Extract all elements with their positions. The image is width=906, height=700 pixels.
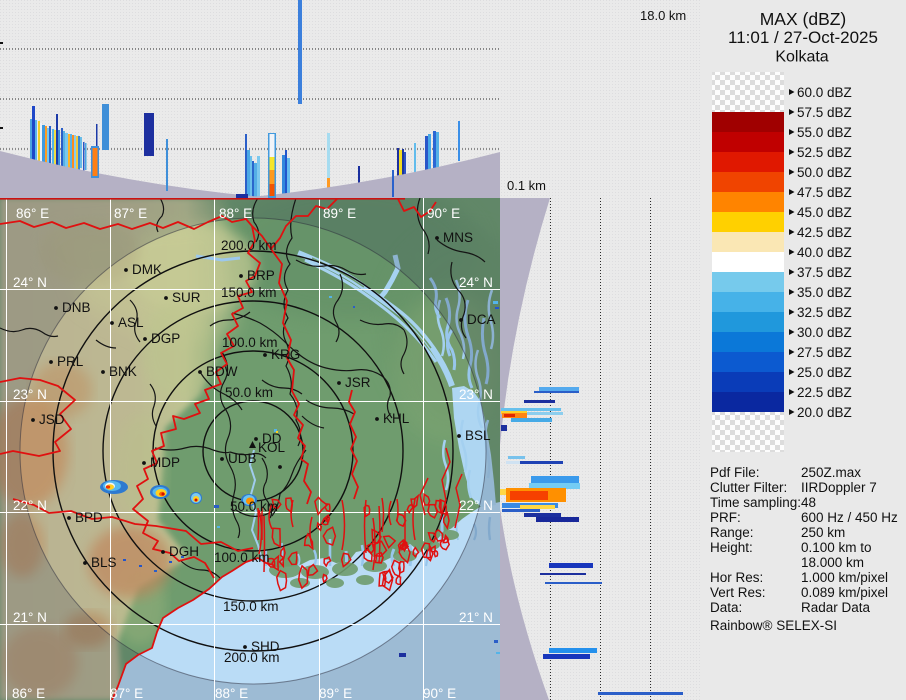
svg-text:40.0 dBZ: 40.0 dBZ	[797, 245, 852, 260]
svg-text:22° N: 22° N	[459, 498, 493, 513]
svg-text:88° E: 88° E	[219, 206, 252, 221]
svg-text:24° N: 24° N	[13, 275, 47, 290]
svg-text:MNS: MNS	[443, 230, 473, 245]
svg-text:45.0 dBZ: 45.0 dBZ	[797, 205, 852, 220]
svg-text:47.5 dBZ: 47.5 dBZ	[797, 185, 852, 200]
svg-text:90° E: 90° E	[423, 686, 456, 700]
svg-text:Height:: Height:	[710, 540, 753, 555]
svg-text:BNK: BNK	[109, 364, 137, 379]
svg-text:KOL: KOL	[258, 440, 286, 455]
svg-text:MAX (dBZ): MAX (dBZ)	[760, 9, 847, 29]
svg-text:18.000 km: 18.000 km	[801, 555, 864, 570]
svg-text:BDW: BDW	[206, 364, 238, 379]
svg-text:27.5 dBZ: 27.5 dBZ	[797, 345, 852, 360]
svg-text:11:01 / 27-Oct-2025: 11:01 / 27-Oct-2025	[728, 28, 878, 47]
svg-text:21° N: 21° N	[13, 610, 47, 625]
svg-text:Clutter Filter:: Clutter Filter:	[710, 480, 787, 495]
svg-text:DNB: DNB	[62, 300, 91, 315]
svg-text:DMK: DMK	[132, 262, 162, 277]
svg-text:150.0 km: 150.0 km	[223, 599, 279, 614]
svg-text:20.0 dBZ: 20.0 dBZ	[797, 405, 852, 420]
svg-text:PRL: PRL	[57, 354, 84, 369]
svg-text:150.0 km: 150.0 km	[221, 285, 277, 300]
svg-text:KHL: KHL	[383, 411, 410, 426]
svg-text:Vert Res:: Vert Res:	[710, 585, 766, 600]
svg-text:Data:: Data:	[710, 600, 742, 615]
svg-text:BPD: BPD	[75, 510, 103, 525]
svg-text:35.0 dBZ: 35.0 dBZ	[797, 285, 852, 300]
svg-text:0.100 km to: 0.100 km to	[801, 540, 872, 555]
svg-text:87° E: 87° E	[114, 206, 147, 221]
svg-text:50.0 km: 50.0 km	[225, 385, 273, 400]
svg-text:25.0 dBZ: 25.0 dBZ	[797, 365, 852, 380]
svg-text:23° N: 23° N	[459, 387, 493, 402]
svg-text:250Z.max: 250Z.max	[801, 465, 861, 480]
svg-text:SUR: SUR	[172, 290, 201, 305]
svg-text:Kolkata: Kolkata	[775, 49, 828, 66]
svg-text:JSD: JSD	[39, 412, 65, 427]
svg-text:1.000 km/pixel: 1.000 km/pixel	[801, 570, 888, 585]
svg-text:48: 48	[801, 495, 816, 510]
svg-text:Hor Res:: Hor Res:	[710, 570, 763, 585]
svg-text:32.5 dBZ: 32.5 dBZ	[797, 305, 852, 320]
svg-text:Range:: Range:	[710, 525, 754, 540]
svg-text:Radar Data: Radar Data	[801, 600, 871, 615]
svg-text:90° E: 90° E	[427, 206, 460, 221]
svg-text:PRF:: PRF:	[710, 510, 741, 525]
svg-text:55.0 dBZ: 55.0 dBZ	[797, 125, 852, 140]
svg-text:DCA: DCA	[467, 312, 496, 327]
svg-text:57.5 dBZ: 57.5 dBZ	[797, 105, 852, 120]
svg-text:IIRDoppler 7: IIRDoppler 7	[801, 480, 877, 495]
svg-text:DGP: DGP	[151, 331, 180, 346]
svg-text:SHD: SHD	[251, 639, 280, 654]
svg-text:52.5 dBZ: 52.5 dBZ	[797, 145, 852, 160]
svg-text:ASL: ASL	[118, 315, 144, 330]
svg-text:250 km: 250 km	[801, 525, 845, 540]
svg-text:Pdf File:: Pdf File:	[710, 465, 760, 480]
svg-text:18.0 km: 18.0 km	[640, 8, 686, 23]
svg-text:89° E: 89° E	[323, 206, 356, 221]
svg-text:0.089 km/pixel: 0.089 km/pixel	[801, 585, 888, 600]
svg-text:MDP: MDP	[150, 455, 180, 470]
svg-text:87° E: 87° E	[110, 686, 143, 700]
svg-text:37.5 dBZ: 37.5 dBZ	[797, 265, 852, 280]
svg-text:24° N: 24° N	[459, 275, 493, 290]
svg-text:22.5 dBZ: 22.5 dBZ	[797, 385, 852, 400]
svg-text:BSL: BSL	[465, 428, 491, 443]
svg-text:Time sampling:: Time sampling:	[710, 495, 801, 510]
svg-text:23° N: 23° N	[13, 387, 47, 402]
svg-text:60.0 dBZ: 60.0 dBZ	[797, 85, 852, 100]
svg-text:50.0 dBZ: 50.0 dBZ	[797, 165, 852, 180]
svg-text:86° E: 86° E	[16, 206, 49, 221]
svg-text:22° N: 22° N	[13, 498, 47, 513]
svg-text:BLS: BLS	[91, 555, 117, 570]
svg-text:Rainbow® SELEX-SI: Rainbow® SELEX-SI	[710, 618, 837, 633]
svg-text:UDB: UDB	[228, 451, 257, 466]
svg-text:88° E: 88° E	[215, 686, 248, 700]
svg-text:42.5 dBZ: 42.5 dBZ	[797, 225, 852, 240]
svg-text:JSR: JSR	[345, 375, 371, 390]
svg-text:30.0 dBZ: 30.0 dBZ	[797, 325, 852, 340]
svg-text:50.0 km: 50.0 km	[230, 499, 278, 514]
svg-text:DGH: DGH	[169, 544, 199, 559]
svg-text:KRG: KRG	[271, 347, 300, 362]
svg-text:0.1 km: 0.1 km	[507, 178, 546, 193]
svg-text:BRP: BRP	[247, 268, 275, 283]
svg-text:600 Hz / 450 Hz: 600 Hz / 450 Hz	[801, 510, 898, 525]
svg-text:86° E: 86° E	[12, 686, 45, 700]
svg-text:100.0 km: 100.0 km	[222, 335, 278, 350]
svg-text:200.0 km: 200.0 km	[221, 238, 277, 253]
svg-text:21° N: 21° N	[459, 610, 493, 625]
svg-text:89° E: 89° E	[319, 686, 352, 700]
svg-text:100.0 km: 100.0 km	[214, 550, 270, 565]
